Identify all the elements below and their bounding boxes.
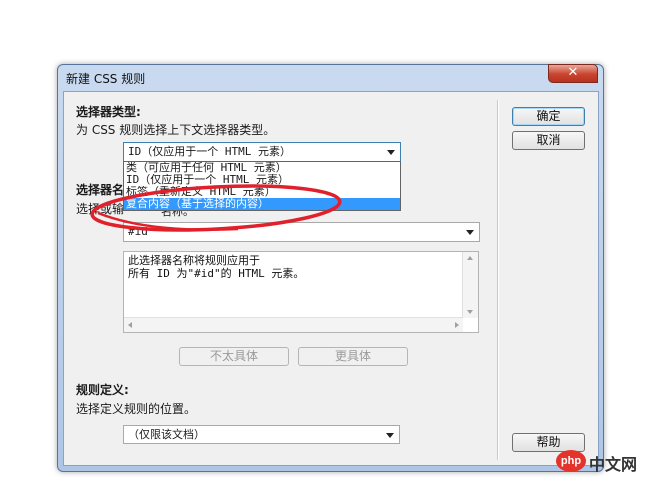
vertical-scrollbar[interactable]	[462, 252, 478, 318]
selector-type-value: ID（仅应用于一个 HTML 元素）	[128, 145, 291, 158]
dialog-title: 新建 CSS 规则	[66, 72, 146, 86]
more-specific-button[interactable]: 更具体	[298, 347, 408, 366]
selector-type-description: 为 CSS 规则选择上下文选择器类型。	[76, 123, 276, 137]
selector-type-dropdown-list[interactable]: 类（可应用于任何 HTML 元素） ID（仅应用于一个 HTML 元素） 标签（…	[123, 161, 401, 211]
rule-definition-value: （仅限该文档）	[128, 428, 205, 441]
scroll-right-icon[interactable]	[455, 322, 459, 328]
selector-name-description-left: 选择或输	[76, 202, 125, 216]
less-specific-button[interactable]: 不太具体	[179, 347, 289, 366]
selector-type-heading: 选择器类型:	[76, 105, 141, 119]
chevron-down-icon	[466, 230, 474, 235]
option-id[interactable]: ID（仅应用于一个 HTML 元素）	[124, 174, 400, 186]
option-class[interactable]: 类（可应用于任何 HTML 元素）	[124, 162, 400, 174]
selector-info-text: 此选择器名称将规则应用于 所有 ID 为"#id"的 HTML 元素。	[128, 254, 305, 280]
scroll-down-icon[interactable]	[467, 310, 473, 314]
rule-definition-heading: 规则定义:	[76, 383, 129, 397]
watermark-text: 中文网	[589, 455, 638, 474]
close-icon: ✕	[567, 65, 579, 80]
selector-info-box: 此选择器名称将规则应用于 所有 ID 为"#id"的 HTML 元素。	[123, 251, 479, 333]
chevron-down-icon	[387, 150, 395, 155]
close-button[interactable]: ✕	[548, 64, 598, 83]
cancel-button[interactable]: 取消	[512, 131, 585, 150]
rule-definition-description: 选择定义规则的位置。	[76, 402, 197, 416]
horizontal-scrollbar[interactable]	[124, 317, 463, 332]
option-compound[interactable]: 复合内容（基于选择的内容）	[124, 198, 400, 210]
selector-name-combo[interactable]: #id	[123, 222, 480, 242]
scroll-up-icon[interactable]	[467, 256, 473, 260]
help-button[interactable]: 帮助	[512, 433, 585, 452]
button-separator	[497, 100, 499, 460]
chevron-down-icon	[386, 433, 394, 438]
scroll-left-icon[interactable]	[128, 322, 132, 328]
ok-button[interactable]: 确定	[512, 107, 585, 126]
selector-name-value: #id	[128, 225, 148, 238]
selector-type-select[interactable]: ID（仅应用于一个 HTML 元素）	[123, 142, 401, 162]
rule-definition-select[interactable]: （仅限该文档）	[123, 425, 400, 444]
selector-name-heading: 选择器名	[76, 183, 125, 197]
option-tag[interactable]: 标签（重新定义 HTML 元素）	[124, 186, 400, 198]
watermark-logo: php	[556, 450, 586, 472]
